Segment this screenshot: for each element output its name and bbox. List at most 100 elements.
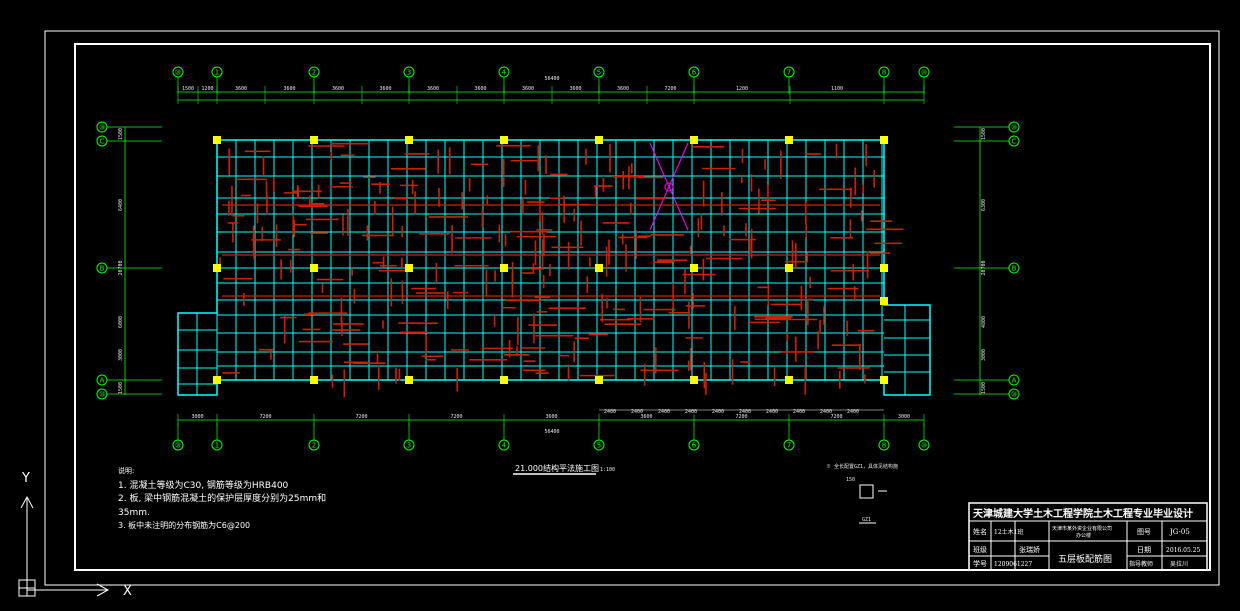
notes-line-2: 2. 板, 梁中钢筋混凝土的保护层厚度分别为25mm和: [118, 492, 326, 504]
tb-name-label: 姓名: [973, 527, 987, 536]
tb-date-label: 日期: [1137, 546, 1151, 554]
tb-id-value: 1209061227: [994, 561, 1032, 568]
dim-text-row2: 2400: [712, 409, 724, 415]
axis-label: 6: [692, 69, 697, 77]
dim-text-top: 7200: [664, 86, 676, 92]
dim-text-left: 20700: [118, 260, 124, 275]
column: [880, 264, 888, 272]
tb-class-value: 12土木1班: [994, 528, 1023, 536]
tb-project-value-2: 办公楼: [1076, 532, 1091, 539]
column: [405, 376, 413, 384]
column: [500, 136, 508, 144]
inner-border: [74, 43, 1211, 571]
column: [213, 376, 221, 384]
axis-label: 1: [215, 442, 219, 450]
dim-text-bottom: 7200: [830, 414, 842, 420]
tb-school: 天津城建大学土木工程学院土木工程专业毕业设计: [973, 507, 1193, 520]
column: [880, 376, 888, 384]
dim-text-row2: 2400: [793, 409, 805, 415]
cad-drawing-canvas[interactable]: ⑩ ⑩ 1 1 2 2 3 3 4 4 5 5 6 6 7 7 8 8 ⑩ ⑩ ⑩ ⑩ C C B B A A ⑩ ⑩ 1500 1200 3…: [0, 0, 1240, 611]
axis-label: 4: [502, 69, 507, 77]
column: [310, 376, 318, 384]
axis-label: 7: [787, 69, 791, 77]
ucs-y-label: Y: [21, 471, 30, 486]
column: [785, 136, 793, 144]
dim-text-right: 6300: [981, 199, 987, 211]
axis-label: ⑩: [921, 69, 927, 77]
axis-label: ⑩: [1011, 124, 1017, 132]
column: [880, 136, 888, 144]
dim-text-bottom: 3000: [191, 414, 203, 420]
detail-dim: 150: [846, 477, 855, 483]
tb-advisor-value: 吴拉川: [1170, 560, 1188, 568]
column: [690, 376, 698, 384]
axis-label: 1: [215, 69, 219, 77]
dim-text-row2: 2400: [847, 409, 859, 415]
axis-label: ⑩: [99, 124, 105, 132]
dimension-lines: 1500 1200 3600 3600 3600 3600 3600 3600 3600 3600…: [118, 86, 987, 426]
plan-caption: 21.000结构平法施工图: [515, 463, 599, 473]
notes-heading: 说明:: [118, 466, 134, 475]
axis-label: 5: [597, 442, 601, 450]
column: [595, 376, 603, 384]
overall-width-bottom: 56400: [544, 429, 559, 435]
dim-text-top: 1200: [736, 86, 748, 92]
detail-section: [859, 484, 874, 499]
dim-text-top: 1200: [201, 86, 213, 92]
column: [785, 376, 793, 384]
column: [213, 264, 221, 272]
column: [310, 136, 318, 144]
plan-scale: 1:100: [600, 467, 615, 473]
dim-text-top: 3600: [379, 86, 391, 92]
dim-text-top: 3600: [569, 86, 581, 92]
tb-drawing-no-value: JG-05: [1169, 528, 1190, 536]
column: [405, 136, 413, 144]
detail-label: GZ1: [862, 517, 871, 523]
dim-text-top: 3600: [235, 86, 247, 92]
dim-text-top: 3600: [522, 86, 534, 92]
tb-drawing-name: 五层板配筋图: [1058, 553, 1112, 565]
dim-text-left: 6000: [118, 316, 124, 328]
tb-advisor-label: 指导教师: [1129, 560, 1153, 568]
axis-label: A: [100, 377, 105, 385]
dim-text-right: 1500: [981, 128, 987, 140]
dim-text-right: 20700: [981, 260, 987, 275]
column: [500, 264, 508, 272]
dim-text-top: 3600: [427, 86, 439, 92]
dim-text-row2: 2400: [604, 409, 616, 415]
column: [690, 264, 698, 272]
ucs-x-label: X: [123, 584, 132, 599]
dim-text-left: 6400: [118, 199, 124, 211]
axis-label: C: [100, 138, 105, 146]
title-block: 天津城建大学土木工程学院土木工程专业毕业设计 姓名 12土木1班 天津市某外资企…: [968, 502, 1208, 571]
axis-label: ⑩: [99, 391, 105, 399]
axis-label: A: [1012, 377, 1017, 385]
axis-label: ⑩: [921, 442, 927, 450]
axis-label: ⑩: [175, 69, 181, 77]
axis-label: 4: [502, 442, 507, 450]
tb-drawing-no-label: 图号: [1137, 528, 1151, 536]
tb-student-label: 班级: [973, 545, 987, 554]
axis-label: 3: [407, 442, 411, 450]
dim-text-row2: 2400: [685, 409, 697, 415]
dim-text-row2: 2400: [739, 409, 751, 415]
axis-label: 5: [597, 69, 601, 77]
dim-text-right: 3000: [981, 349, 987, 361]
column: [405, 264, 413, 272]
dim-text-bottom: 3600: [545, 414, 557, 420]
dim-text-top: 1100: [831, 86, 843, 92]
tb-date-value: 2016.05.25: [1166, 547, 1201, 554]
tb-id-label: 学号: [973, 559, 987, 568]
dim-text-top: 3600: [474, 86, 486, 92]
detail-note: ※ 全长配置GZ1，具体见结构施: [826, 463, 898, 470]
dim-text-top: 3600: [283, 86, 295, 92]
floor-plan: [177, 136, 931, 398]
dim-text-right: 4800: [981, 316, 987, 328]
dim-text-bottom: 3000: [898, 414, 910, 420]
axis-markers: ⑩ ⑩ 1 1 2 2 3 3 4 4 5 5 6 6 7 7 8 8 ⑩ ⑩ ⑩ ⑩ C C B B A A ⑩ ⑩: [96, 66, 1020, 451]
tb-project-value: 天津市某外资企业有限公司: [1052, 525, 1112, 532]
tb-student-value: 张瑞娇: [1019, 545, 1040, 554]
dim-text-left: 1500: [118, 382, 124, 394]
column: [500, 376, 508, 384]
axis-label: 8: [882, 442, 886, 450]
